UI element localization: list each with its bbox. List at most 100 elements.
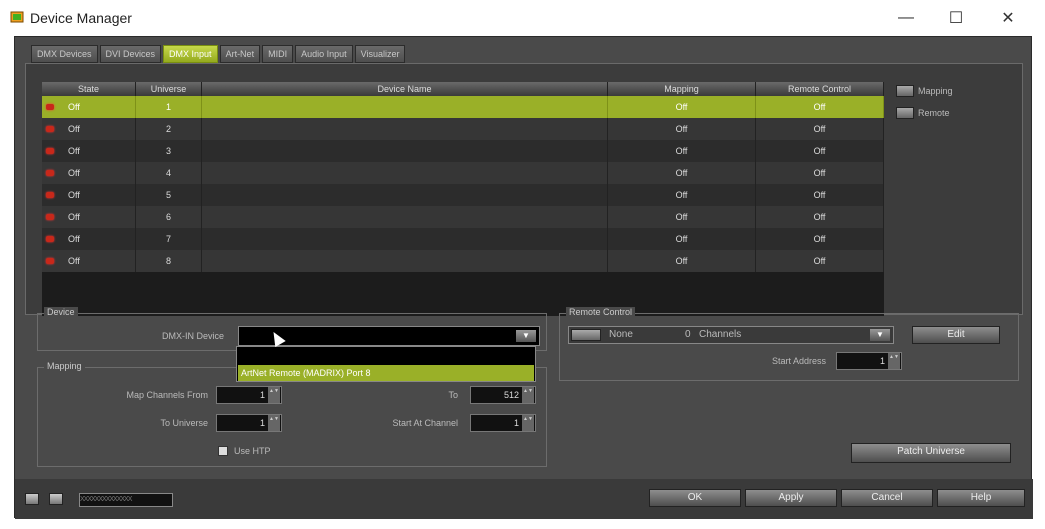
table-row[interactable]: Off 5 Off Off [42, 184, 884, 206]
status-bar: XXXXXXXXXXXXXX OK Apply Cancel Help [15, 479, 1033, 519]
header-state[interactable]: State [42, 82, 136, 96]
to-channel-input[interactable]: 512 [470, 386, 536, 404]
patch-universe-label: Patch Universe [897, 446, 965, 457]
remote-toggle-button[interactable]: Remote [896, 106, 976, 120]
dmx-in-device-label: DMX-IN Device [161, 331, 224, 341]
header-universe[interactable]: Universe [136, 82, 202, 96]
universe-table-panel: State Universe Device Name Mapping Remot… [25, 63, 1023, 316]
status-field: XXXXXXXXXXXXXX [79, 493, 173, 507]
to-channel-label: To [448, 390, 458, 400]
row-universe: 4 [136, 162, 202, 184]
start-address-input[interactable]: 1 [836, 352, 902, 370]
chevron-down-icon[interactable]: ▼ [516, 330, 536, 342]
tab-bar: DMX Devices DVI Devices DMX Input Art-Ne… [31, 45, 406, 63]
row-mapping: Off [608, 228, 756, 250]
minimize-button[interactable]: — [886, 6, 926, 30]
use-htp-checkbox[interactable] [218, 446, 228, 456]
row-state: Off [68, 234, 80, 244]
row-universe: 6 [136, 206, 202, 228]
mapping-group: Mapping Map Channels From 1 To 512 To Un… [37, 361, 547, 467]
tab-dmx-input[interactable]: DMX Input [163, 45, 218, 63]
device-manager-frame: DMX Devices DVI Devices DMX Input Art-Ne… [14, 36, 1033, 519]
header-mapping[interactable]: Mapping [608, 82, 756, 96]
row-mapping: Off [608, 140, 756, 162]
row-device-name [202, 250, 608, 272]
start-at-channel-label: Start At Channel [392, 418, 458, 428]
row-device-name [202, 184, 608, 206]
start-at-channel-input[interactable]: 1 [470, 414, 536, 432]
row-state: Off [68, 102, 80, 112]
table-row[interactable]: Off 3 Off Off [42, 140, 884, 162]
red-led-icon [46, 170, 54, 176]
table-row[interactable]: Off 4 Off Off [42, 162, 884, 184]
row-device-name [202, 206, 608, 228]
ok-button[interactable]: OK [649, 489, 741, 507]
row-remote-control: Off [756, 184, 884, 206]
row-device-name [202, 162, 608, 184]
row-device-name [202, 228, 608, 250]
row-device-name [202, 118, 608, 140]
table-row[interactable]: Off 8 Off Off [42, 250, 884, 272]
red-led-icon [46, 104, 54, 110]
dropdown-option[interactable]: ArtNet Remote (MADRIX) Port 8 [238, 365, 534, 381]
edit-remote-button[interactable]: Edit [912, 326, 1000, 344]
row-universe: 3 [136, 140, 202, 162]
tab-dvi-devices[interactable]: DVI Devices [99, 45, 162, 63]
red-led-icon [46, 258, 54, 264]
row-state: Off [68, 190, 80, 200]
red-led-icon [46, 236, 54, 242]
help-button[interactable]: Help [937, 489, 1025, 507]
window-title: Device Manager [30, 10, 132, 26]
row-remote-control: Off [756, 162, 884, 184]
tab-visualizer[interactable]: Visualizer [354, 45, 406, 63]
table-row[interactable]: Off 6 Off Off [42, 206, 884, 228]
row-mapping: Off [608, 250, 756, 272]
dmx-in-device-dropdown: ArtNet Remote (MADRIX) Port 8 [236, 346, 536, 382]
row-state: Off [68, 146, 80, 156]
red-led-icon [46, 214, 54, 220]
title-bar: Device Manager — ☐ ✕ [0, 0, 1045, 36]
tab-midi[interactable]: MIDI [262, 45, 294, 63]
maximize-button[interactable]: ☐ [936, 6, 976, 30]
map-channels-from-input[interactable]: 1 [216, 386, 282, 404]
header-remote-control[interactable]: Remote Control [756, 82, 884, 96]
row-mapping: Off [608, 206, 756, 228]
mapping-toggle-label: Mapping [918, 86, 953, 96]
mapping-icon [896, 85, 914, 97]
row-remote-control: Off [756, 140, 884, 162]
chevron-down-icon[interactable]: ▼ [870, 329, 890, 341]
row-universe: 8 [136, 250, 202, 272]
tab-dmx-devices[interactable]: DMX Devices [31, 45, 98, 63]
mapping-toggle-button[interactable]: Mapping [896, 84, 976, 98]
patch-universe-button[interactable]: Patch Universe [851, 443, 1011, 463]
red-led-icon [46, 148, 54, 154]
remote-control-group: Remote Control None 0 Channels ▼ Edit St… [559, 307, 1019, 381]
row-remote-control: Off [756, 118, 884, 140]
lock-icon[interactable] [49, 493, 63, 505]
table-row[interactable]: Off 1 Off Off [42, 96, 884, 118]
close-button[interactable]: ✕ [988, 6, 1028, 30]
tab-art-net[interactable]: Art-Net [219, 45, 261, 63]
cancel-button[interactable]: Cancel [841, 489, 933, 507]
red-led-icon [46, 126, 54, 132]
device-manager-icon [10, 11, 24, 23]
to-universe-input[interactable]: 1 [216, 414, 282, 432]
mapping-group-label: Mapping [44, 361, 85, 371]
keyboard-icon[interactable] [25, 493, 39, 505]
start-address-label: Start Address [771, 356, 826, 366]
row-state: Off [68, 168, 80, 178]
tab-audio-input[interactable]: Audio Input [295, 45, 353, 63]
red-led-icon [46, 192, 54, 198]
remote-preset-value: None [609, 329, 633, 340]
table-row[interactable]: Off 7 Off Off [42, 228, 884, 250]
map-channels-from-label: Map Channels From [126, 390, 208, 400]
table-row[interactable]: Off 2 Off Off [42, 118, 884, 140]
row-remote-control: Off [756, 206, 884, 228]
remote-preset-select[interactable]: None 0 Channels ▼ [568, 326, 894, 344]
remote-channels-label: Channels [699, 329, 742, 340]
apply-button[interactable]: Apply [745, 489, 837, 507]
row-device-name [202, 140, 608, 162]
remote-icon [896, 107, 914, 119]
preset-icon [571, 329, 601, 341]
header-device-name[interactable]: Device Name [202, 82, 608, 96]
